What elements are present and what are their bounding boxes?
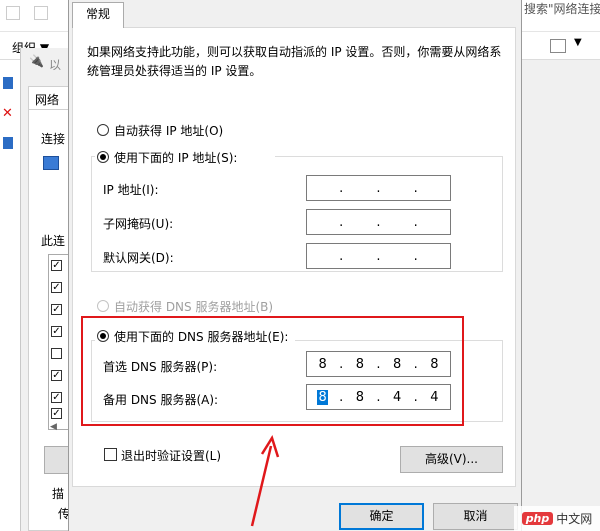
- site-watermark: php 中文网: [514, 506, 600, 531]
- component-checkbox[interactable]: ✓: [51, 304, 62, 315]
- nav-forward-button[interactable]: [34, 6, 48, 20]
- component-checkbox[interactable]: [51, 348, 62, 359]
- component-checkbox[interactable]: ✓: [51, 260, 62, 271]
- scroll-left-icon[interactable]: ◀: [50, 422, 57, 432]
- network-adapter-icon: [3, 137, 13, 149]
- component-checkbox[interactable]: ✓: [51, 392, 62, 403]
- tab-network[interactable]: 网络: [28, 86, 70, 110]
- default-gateway-label: 默认网关(D):: [103, 251, 174, 265]
- component-checkbox[interactable]: ✓: [51, 408, 62, 419]
- window-pin-icon: 🔌: [29, 54, 44, 68]
- network-adapter-icon: [3, 77, 13, 89]
- dns-auto-label[interactable]: 自动获得 DNS 服务器地址(B): [114, 298, 273, 315]
- ip-address-input[interactable]: ...: [306, 175, 451, 201]
- nav-back-button[interactable]: [6, 6, 20, 20]
- component-checkbox[interactable]: ✓: [51, 370, 62, 381]
- dns-highlight-box: [81, 316, 464, 426]
- watermark-badge: php: [521, 512, 554, 525]
- cancel-button[interactable]: 取消: [433, 503, 518, 530]
- tab-general-label: 常规: [85, 7, 110, 21]
- annotation-arrow-icon: [250, 435, 280, 527]
- search-text: 搜索"网络连接: [524, 2, 600, 16]
- items-label: 此连: [41, 234, 66, 248]
- validate-on-exit-label[interactable]: 退出时验证设置(L): [121, 447, 221, 464]
- dns-auto-radio[interactable]: [97, 300, 109, 312]
- tab-general[interactable]: 常规: [72, 2, 124, 28]
- subnet-mask-input[interactable]: ...: [306, 209, 451, 235]
- validate-on-exit-checkbox[interactable]: [104, 448, 117, 461]
- error-x-icon: ✕: [2, 106, 13, 121]
- tab-network-label: 网络: [35, 93, 60, 107]
- description-label: 描: [52, 487, 65, 501]
- ip-manual-radio[interactable]: [97, 151, 109, 163]
- watermark-site: 中文网: [556, 512, 593, 526]
- search-box[interactable]: 搜索"网络连接: [524, 0, 600, 18]
- chevron-down-icon[interactable]: ▼: [574, 37, 582, 48]
- connect-using-label: 连接: [41, 132, 66, 146]
- ip-address-label: IP 地址(I):: [103, 183, 159, 197]
- advanced-button[interactable]: 高级(V)...: [400, 446, 503, 473]
- component-checkbox[interactable]: ✓: [51, 282, 62, 293]
- explorer-nav-pane: ✕: [0, 60, 20, 531]
- default-gateway-input[interactable]: ...: [306, 243, 451, 269]
- ok-button[interactable]: 确定: [339, 503, 424, 530]
- component-checkbox[interactable]: ✓: [51, 326, 62, 337]
- description-text: 如果网络支持此功能，则可以获取自动指派的 IP 设置。否则，你需要从网络系统管理…: [87, 45, 502, 78]
- ip-auto-label[interactable]: 自动获得 IP 地址(O): [114, 122, 223, 139]
- window-title: 以: [49, 58, 62, 72]
- view-options-icon[interactable]: [550, 39, 566, 53]
- ip-manual-label[interactable]: 使用下面的 IP 地址(S):: [114, 149, 237, 166]
- ip-auto-radio[interactable]: [97, 124, 109, 136]
- subnet-mask-label: 子网掩码(U):: [103, 217, 174, 231]
- adapter-icon: [43, 156, 59, 170]
